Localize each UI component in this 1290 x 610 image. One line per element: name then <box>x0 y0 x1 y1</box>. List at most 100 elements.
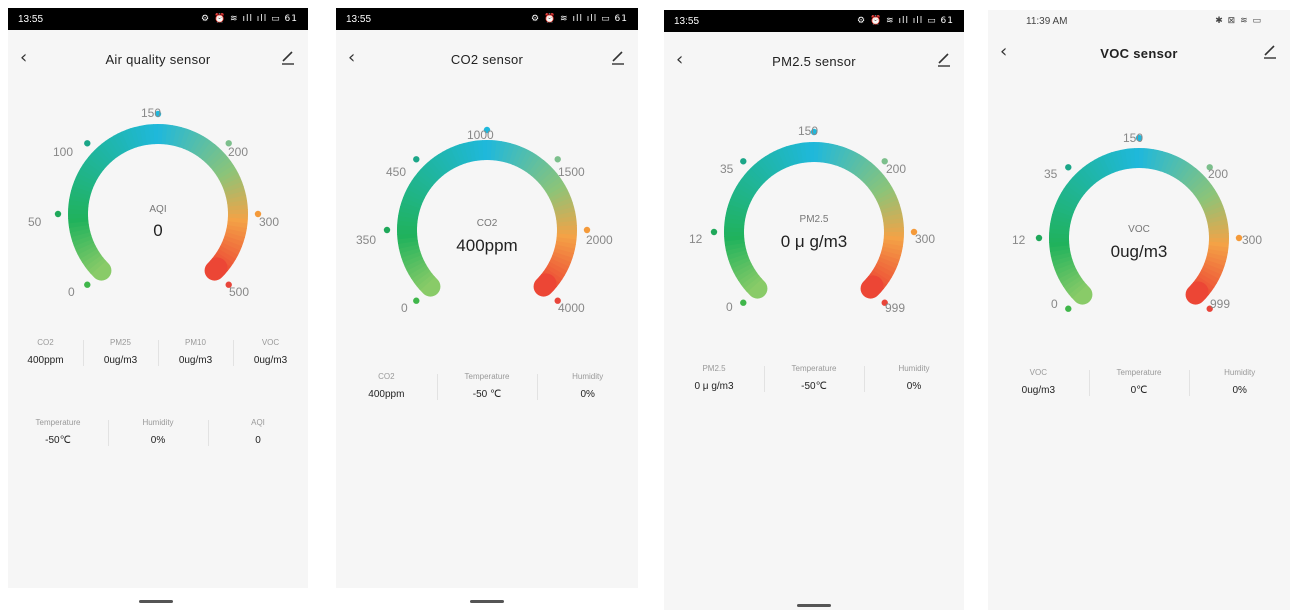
reading-humidity: Humidity 0% <box>537 372 638 400</box>
gauge-arc-segment <box>1197 272 1217 288</box>
home-indicator[interactable] <box>797 604 831 607</box>
gauge-arc-segment <box>1167 155 1181 176</box>
gauge-arc-segment <box>549 189 570 203</box>
gauge-arc-segment <box>750 164 768 183</box>
gauge-tick-dot <box>1065 305 1072 312</box>
gauge-arc-segment <box>1160 152 1172 173</box>
edit-icon[interactable] <box>1262 42 1278 60</box>
home-indicator[interactable] <box>139 600 173 603</box>
gauge-arc-segment <box>1069 177 1088 194</box>
gauge-arc-segment <box>545 264 565 280</box>
gauge-arc-segment <box>515 147 529 168</box>
gauge-arc-segment <box>858 162 875 181</box>
gauge-arc-segment <box>134 125 145 147</box>
gauge-arc-segment <box>1201 197 1222 211</box>
readings-row: CO2 400ppm Temperature -50 ℃ Humidity 0% <box>336 372 638 400</box>
reading-value: 0% <box>1232 385 1247 396</box>
gauge-arc-segment <box>743 275 763 293</box>
gauge-arc-segment <box>85 156 104 173</box>
reading-label: AQI <box>251 418 265 427</box>
reading-label: Humidity <box>142 418 174 427</box>
gauge-arc-segment <box>726 249 748 260</box>
edit-icon[interactable] <box>610 48 626 66</box>
gauge-tick-label: 35 <box>1044 167 1058 181</box>
gauge-arc-segment <box>497 141 507 162</box>
back-icon[interactable]: ‹ <box>20 47 27 68</box>
gauge-arc-segment <box>1199 193 1220 207</box>
gauge-tick-label: 500 <box>229 285 250 299</box>
gauge-label: AQI <box>149 204 167 215</box>
gauge-tick-label: 999 <box>1210 297 1231 311</box>
edit-icon[interactable] <box>936 50 952 68</box>
gauge-arc-segment <box>852 156 868 176</box>
gauge-arc-segment <box>728 199 749 211</box>
back-icon[interactable]: ‹ <box>676 49 683 70</box>
gauge-tick-label: 300 <box>915 232 936 246</box>
gauge-arc-segment <box>1185 281 1209 305</box>
gauge-arc-segment <box>398 210 419 220</box>
gauge-arc-segment <box>835 146 847 167</box>
gauge-arc-segment <box>1086 162 1102 182</box>
gauge-arc-segment <box>736 182 756 198</box>
gauge-tick-dot <box>1035 234 1043 242</box>
gauge-arc-segment <box>1153 149 1163 171</box>
gauge-arc-segment <box>165 124 173 145</box>
gauge-arc-segment <box>80 164 100 180</box>
gauge-arc-segment <box>1058 192 1079 207</box>
gauge-arc-segment <box>1146 148 1154 169</box>
reading-value: 0ug/m3 <box>1021 385 1056 396</box>
gauge-arc-segment <box>204 257 228 281</box>
gauge-arc-segment <box>1149 149 1159 170</box>
reading-pm25: PM25 0ug/m3 <box>83 338 158 366</box>
gauge-arc-segment <box>1056 265 1077 279</box>
gauge-arc-segment <box>417 169 436 186</box>
gauge-arc-segment <box>799 142 808 163</box>
back-icon[interactable]: ‹ <box>348 47 355 68</box>
gauge-arc-segment <box>874 187 895 201</box>
reading-humidity: Humidity 0% <box>1189 368 1290 396</box>
gauge-arc-segment <box>786 144 797 166</box>
page-title: PM2.5 sensor <box>772 53 856 69</box>
gauge-arc-segment <box>226 195 247 204</box>
gauge-arc-segment <box>543 177 563 193</box>
gauge-tick-label: 150 <box>1123 131 1144 145</box>
gauge-arc-segment <box>108 135 124 156</box>
gauge-arc-segment <box>744 275 768 299</box>
gauge-arc-segment <box>1201 266 1222 280</box>
gauge-arc-segment <box>761 156 777 176</box>
gauge-arc-segment <box>168 125 178 146</box>
screen-voc: 11:39 AM ✱ ⊠ ≋ ▭ ‹ VOC sensor VOC 0ug/m3… <box>988 10 1290 610</box>
gauge-arc-segment <box>406 261 427 275</box>
gauge-arc-segment <box>505 143 516 164</box>
reading-temperature: Temperature -50℃ <box>8 418 108 446</box>
back-icon[interactable]: ‹ <box>1000 41 1007 62</box>
gauge-arc-segment <box>426 159 444 179</box>
edit-icon[interactable] <box>280 48 296 66</box>
gauge-arc-segment <box>113 133 127 154</box>
gauge-arc-segment <box>1188 174 1207 192</box>
home-indicator[interactable] <box>470 600 504 603</box>
reading-label: Temperature <box>35 418 81 427</box>
reading-value: -50 ℃ <box>472 389 502 400</box>
status-icons: ⚙ ⏰ ≋ ıll ıll ▭ 61 <box>201 14 298 24</box>
gauge-arc-segment <box>186 131 200 152</box>
gauge-arc-segment <box>416 273 436 291</box>
gauge-arc-segment <box>729 194 751 207</box>
gauge-tick-dot <box>413 297 420 304</box>
gauge-arc-segment <box>1066 180 1085 197</box>
gauge-arc-segment <box>1183 168 1200 187</box>
screen-air-quality: 13:55 ⚙ ⏰ ≋ ıll ıll ▭ 61 ‹ Air quality s… <box>8 8 308 588</box>
reading-pm25: PM2.5 0 μ g/m3 <box>664 364 764 392</box>
screen-co2: 13:55 ⚙ ⏰ ≋ ıll ıll ▭ 61 ‹ CO2 sensor CO… <box>336 8 638 588</box>
gauge-arc-segment <box>877 257 899 270</box>
status-icons: ⚙ ⏰ ≋ ıll ıll ▭ 61 <box>531 14 628 24</box>
gauge-arc-segment <box>550 193 572 206</box>
gauge-arc-segment <box>747 167 765 186</box>
gauge-arc-segment <box>1111 150 1122 172</box>
gauge-arc-segment <box>1202 201 1224 214</box>
gauge-arc-segment <box>79 248 100 264</box>
gauge-arc-segment <box>69 190 91 200</box>
gauge-arc-segment <box>845 151 860 172</box>
gauge-arc-segment <box>97 143 115 163</box>
gauge-arc-segment <box>547 261 568 276</box>
